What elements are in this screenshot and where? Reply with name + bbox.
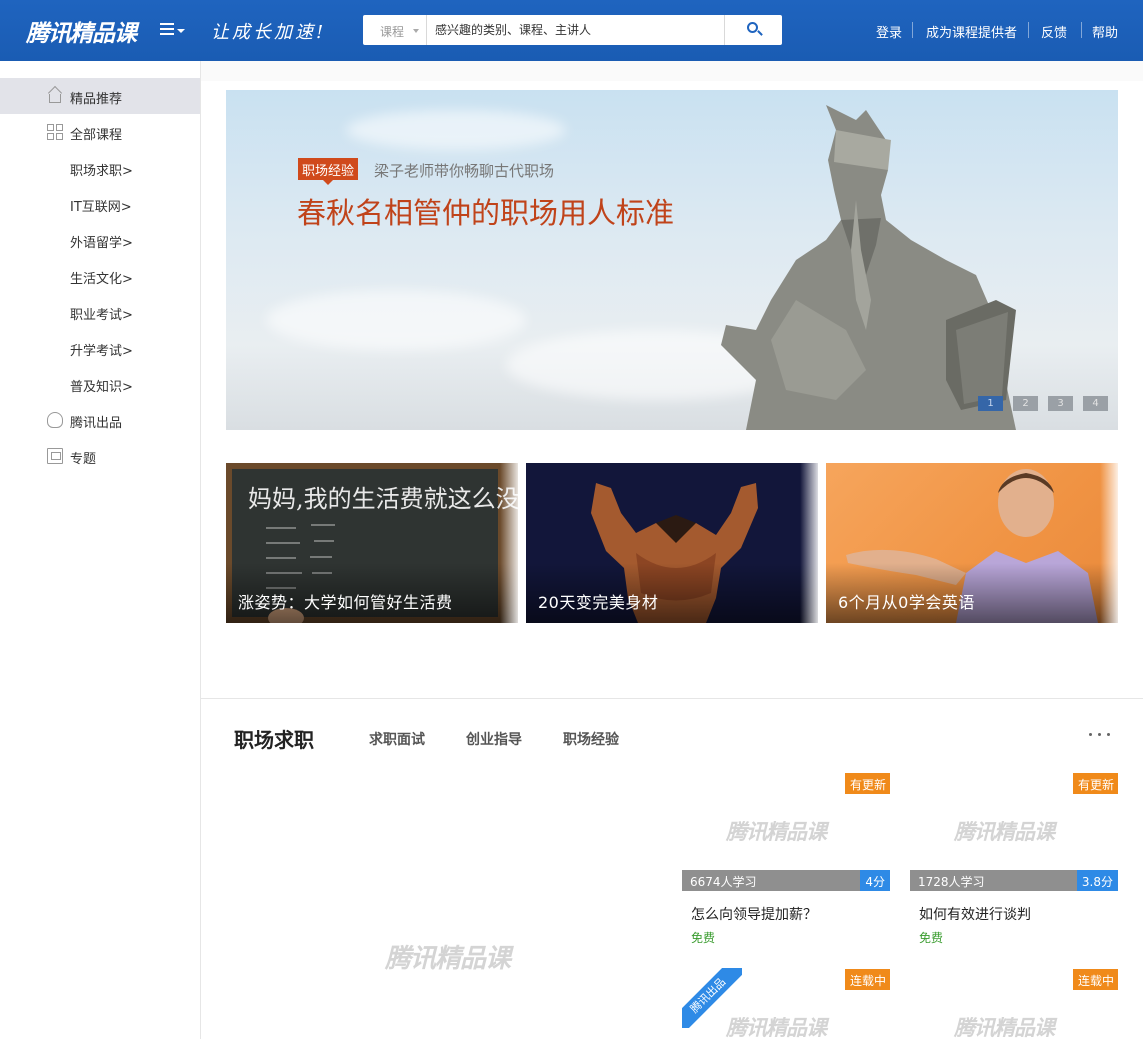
login-link[interactable]: 登录 (876, 22, 902, 41)
sidebar-item-topics[interactable]: 专题 (0, 438, 200, 474)
learner-count: 6674人学习 (690, 875, 757, 889)
sidebar-item-language[interactable]: 外语留学> (0, 222, 200, 258)
sidebar-item-label: 职业考试> (70, 308, 133, 323)
cloud (346, 110, 566, 150)
main-top-strip (201, 61, 1143, 81)
course-title[interactable]: 怎么向领导提加薪？ (691, 904, 817, 924)
course-price: 免费 (691, 931, 716, 945)
course-title[interactable]: 如何有效进行谈判 (919, 904, 1031, 924)
course-thumbnail-placeholder: 腾讯精品课 (954, 1016, 1055, 1040)
sidebar-item-label: 普及知识> (70, 380, 133, 395)
featured-card[interactable]: 妈妈,我的生活费就这么没了 涨姿势：大学如何管好生活费 (226, 463, 518, 623)
ribbon-label: 腾讯出品 (682, 968, 742, 1028)
divider (1081, 22, 1082, 38)
course-stat-bar: 1728人学习 3.8分 (910, 870, 1118, 891)
edge-fade (800, 463, 818, 623)
serializing-badge: 连载中 (844, 969, 890, 990)
section-divider (201, 698, 1143, 699)
tencent-produced-ribbon: 腾讯出品 (682, 968, 742, 1028)
course-thumbnail-placeholder: 腾讯精品课 (954, 820, 1055, 844)
pager-dot[interactable]: 2 (1013, 396, 1038, 411)
divider (1028, 22, 1029, 38)
top-links: 登录 成为课程提供者 反馈 帮助 (0, 22, 1143, 41)
update-badge: 有更新 (844, 773, 890, 794)
sidebar-item-life[interactable]: 生活文化> (0, 258, 200, 294)
pager-dot[interactable]: 3 (1048, 396, 1073, 411)
featured-card[interactable]: 20天变完美身材 (526, 463, 818, 623)
sidebar-item-label: 腾讯出品 (70, 416, 123, 431)
course-card[interactable]: 腾讯精品课 连载中 (910, 969, 1118, 1040)
featured-card-caption: 涨姿势：大学如何管好生活费 (238, 593, 453, 612)
sidebar-item-label: IT互联网> (70, 200, 132, 215)
section-tab[interactable]: 职场经验 (563, 729, 619, 749)
edge-fade (500, 463, 518, 623)
chalkboard-text: 妈妈,我的生活费就这么没了 (248, 485, 518, 513)
become-provider-link[interactable]: 成为课程提供者 (926, 22, 1017, 41)
penguin-icon (47, 412, 63, 428)
course-price: 免费 (919, 931, 944, 945)
sidebar-item-it[interactable]: IT互联网> (0, 186, 200, 222)
help-link[interactable]: 帮助 (1092, 22, 1118, 41)
section-tab[interactable]: 求职面试 (369, 729, 425, 749)
sidebar-item-all-courses[interactable]: 全部课程 (0, 114, 200, 150)
sidebar-item-vocational-exam[interactable]: 职业考试> (0, 294, 200, 330)
section-tab[interactable]: 创业指导 (466, 729, 522, 749)
sidebar-item-career[interactable]: 职场求职> (0, 150, 200, 186)
sidebar-item-recommended[interactable]: 精品推荐 (0, 78, 200, 114)
more-icon[interactable] (1089, 733, 1113, 737)
sidebar-item-label: 升学考试> (70, 344, 133, 359)
course-score: 4分 (860, 870, 890, 891)
course-card[interactable]: 腾讯精品课 有更新 1728人学习 3.8分 如何有效进行谈判 免费 (910, 773, 1118, 945)
sidebar-item-label: 专题 (70, 452, 97, 467)
sidebar-item-tencent-produced[interactable]: 腾讯出品 (0, 402, 200, 438)
sidebar-item-label: 职场求职> (70, 164, 133, 179)
edge-fade (1100, 463, 1118, 623)
course-stat-bar: 6674人学习 4分 (682, 870, 890, 891)
sidebar-item-label: 全部课程 (70, 128, 123, 143)
sidebar-item-label: 精品推荐 (70, 92, 123, 107)
sidebar-item-general-knowledge[interactable]: 普及知识> (0, 366, 200, 402)
pager-dot[interactable]: 1 (978, 396, 1003, 411)
statue-image (721, 105, 1016, 430)
topic-icon (47, 448, 63, 464)
sidebar: 精品推荐 全部课程 职场求职> IT互联网> 外语留学> 生活文化> 职业考试>… (0, 61, 201, 1039)
hero-banner[interactable]: 职场经验 梁子老师带你畅聊古代职场 春秋名相管仲的职场用人标准 1 2 3 4 (226, 90, 1118, 430)
sidebar-item-entrance-exam[interactable]: 升学考试> (0, 330, 200, 366)
top-header: 腾讯精品课 让成长加速! 课程 登录 成为课程提供者 反馈 帮助 (0, 0, 1143, 61)
sidebar-item-label: 外语留学> (70, 236, 133, 251)
pager-dot[interactable]: 4 (1083, 396, 1108, 411)
cloud (266, 290, 526, 350)
banner-tag: 职场经验 (298, 158, 359, 185)
featured-card[interactable]: 6个月从0学会英语 (826, 463, 1118, 623)
featured-card-caption: 6个月从0学会英语 (838, 593, 975, 612)
sidebar-item-label: 生活文化> (70, 272, 133, 287)
section-title: 职场求职 (234, 728, 314, 752)
grid-icon (47, 124, 63, 140)
serializing-badge: 连载中 (1072, 969, 1118, 990)
update-badge: 有更新 (1072, 773, 1118, 794)
course-thumbnail-placeholder: 腾讯精品课 (726, 820, 827, 844)
feedback-link[interactable]: 反馈 (1041, 22, 1067, 41)
learner-count: 1728人学习 (918, 875, 985, 889)
divider (912, 22, 913, 38)
banner-subtitle: 梁子老师带你畅聊古代职场 (374, 162, 555, 180)
course-score: 3.8分 (1076, 870, 1118, 891)
banner-title: 春秋名相管仲的职场用人标准 (297, 196, 675, 230)
course-card[interactable]: 腾讯精品课 有更新 6674人学习 4分 怎么向领导提加薪？ 免费 (682, 773, 890, 945)
home-icon-body (49, 94, 61, 103)
placeholder-logo: 腾讯精品课 (385, 944, 511, 974)
featured-card-caption: 20天变完美身材 (538, 593, 659, 612)
